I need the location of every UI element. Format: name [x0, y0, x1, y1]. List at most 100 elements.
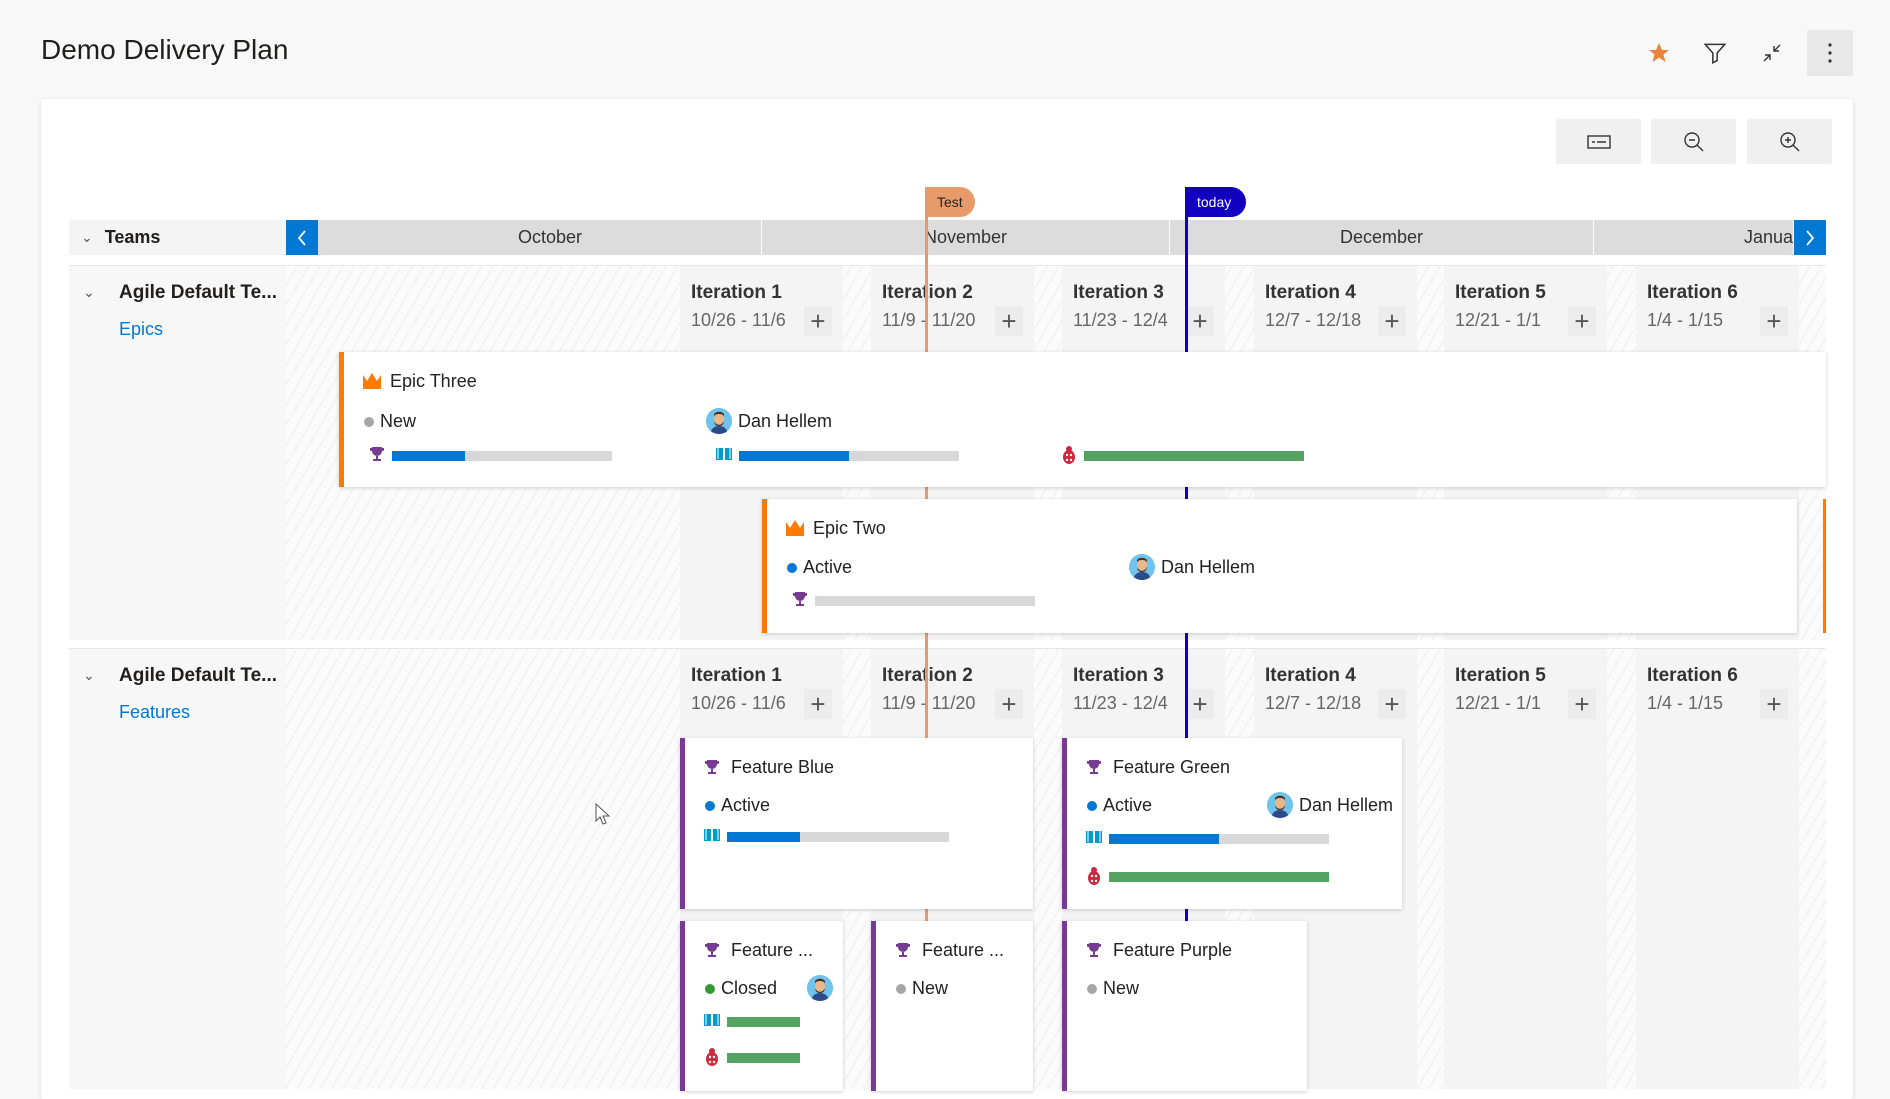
add-item-button[interactable]: +	[1378, 306, 1406, 336]
add-item-button[interactable]: +	[995, 306, 1023, 336]
today-marker[interactable]: today	[1185, 187, 1246, 217]
add-item-button[interactable]: +	[1760, 689, 1788, 719]
mouse-cursor-icon	[595, 803, 611, 825]
trophy-icon	[894, 941, 912, 964]
work-item-card[interactable]: Feature ... Closed	[680, 921, 843, 1091]
assignee[interactable]: Dan Hellem	[1267, 792, 1393, 818]
rollup-progress-fill	[1109, 872, 1329, 882]
work-item-card[interactable]: Epic Three New Dan Hellem	[339, 352, 1826, 487]
favorite-button[interactable]	[1639, 33, 1679, 73]
card-state: New	[1087, 978, 1139, 999]
card-title[interactable]: Feature Green	[1113, 757, 1230, 778]
filter-button[interactable]	[1695, 33, 1735, 73]
add-item-button[interactable]: +	[804, 306, 832, 336]
plus-icon: +	[1766, 688, 1782, 719]
state-label: New	[380, 411, 417, 431]
rollup-progress-bar	[1109, 872, 1329, 882]
plus-icon: +	[1574, 688, 1590, 719]
card-state: Closed	[705, 978, 777, 999]
work-item-card[interactable]: Feature Green Active Dan Hellem	[1062, 738, 1402, 909]
work-item-card[interactable]: Feature Purple New	[1062, 921, 1307, 1091]
iteration-dates: 10/26 - 11/6	[691, 693, 786, 713]
plus-icon: +	[1001, 688, 1017, 719]
month-december: December	[1170, 220, 1594, 255]
assignee-name: Dan Hellem	[738, 410, 833, 431]
card-state: New	[364, 411, 416, 432]
assignee[interactable]	[807, 975, 833, 1001]
zoom-in-button[interactable]	[1747, 119, 1832, 164]
iteration-name: Iteration 6	[1647, 282, 1738, 303]
card-title[interactable]: Feature ...	[922, 940, 1004, 961]
work-item-card[interactable]: Epic Two Active Dan Hellem	[762, 499, 1797, 633]
avatar	[807, 975, 833, 1001]
rollup-progress-fill	[392, 451, 465, 461]
rollup-progress-bar	[1109, 834, 1329, 844]
card-title[interactable]: Feature Purple	[1113, 940, 1232, 961]
state-dot	[705, 983, 715, 994]
team-name: Agile Default Te...	[119, 665, 278, 686]
team-name: Agile Default Te...	[119, 282, 278, 303]
iteration-dates: 11/23 - 12/4	[1073, 693, 1168, 713]
rollup-progress-fill	[739, 451, 849, 461]
rollup-progress-bar	[727, 832, 949, 842]
assignee-name: Dan Hellem	[1299, 794, 1394, 815]
book-icon	[703, 1011, 721, 1034]
state-dot	[364, 416, 374, 427]
card-title[interactable]: Feature Blue	[731, 757, 834, 778]
card-fields-button[interactable]	[1556, 119, 1641, 164]
add-item-button[interactable]: +	[1568, 306, 1596, 336]
add-item-button[interactable]: +	[1568, 689, 1596, 719]
card-state: Active	[705, 795, 770, 816]
month-january: Janua	[1594, 220, 1794, 255]
iteration-dates: 12/21 - 1/1	[1455, 693, 1542, 713]
card-fields-icon	[1586, 134, 1611, 149]
rollup-progress-fill	[727, 1017, 800, 1027]
zoom-out-icon	[1683, 131, 1703, 151]
backlog-link-epics[interactable]: Epics	[119, 319, 163, 340]
add-item-button[interactable]: +	[995, 689, 1023, 719]
state-label: Closed	[721, 978, 778, 998]
card-title[interactable]: Epic Two	[813, 518, 886, 539]
iteration-name: Iteration 5	[1455, 665, 1546, 686]
add-item-button[interactable]: +	[1378, 689, 1406, 719]
card-title[interactable]: Epic Three	[390, 371, 477, 392]
teams-header[interactable]: ⌄ Teams	[69, 220, 286, 255]
iteration-dates: 11/9 - 11/20	[882, 693, 976, 713]
iteration-dates: 11/9 - 11/20	[882, 310, 976, 330]
backlog-link-features[interactable]: Features	[119, 702, 190, 723]
chevron-down-icon[interactable]: ⌄	[83, 667, 95, 684]
add-item-button[interactable]: +	[804, 689, 832, 719]
test-marker[interactable]: Test	[925, 187, 975, 217]
book-icon	[715, 445, 733, 468]
rollup-progress-bar	[1084, 451, 1304, 461]
chevron-left-icon	[297, 229, 306, 246]
scroll-right-button[interactable]	[1794, 220, 1826, 255]
more-options-icon	[1828, 43, 1832, 63]
rollup-progress-bar	[727, 1053, 800, 1063]
iteration-column: Iteration 6 1/4 - 1/15 +	[1636, 649, 1799, 1089]
collapse-button[interactable]	[1752, 33, 1792, 73]
rollup-progress-bar	[815, 596, 1035, 606]
work-item-card[interactable]: Feature ... New	[871, 921, 1033, 1091]
state-label: New	[1103, 978, 1140, 998]
chevron-down-icon[interactable]: ⌄	[83, 284, 95, 301]
book-icon	[1085, 828, 1103, 851]
add-item-button[interactable]: +	[1186, 689, 1214, 719]
iteration-name: Iteration 1	[691, 282, 782, 303]
add-item-button[interactable]: +	[1760, 306, 1788, 336]
plus-icon: +	[1766, 305, 1782, 336]
add-item-button[interactable]: +	[1186, 306, 1214, 336]
iteration-dates: 11/23 - 12/4	[1073, 310, 1168, 330]
iteration-name: Iteration 4	[1265, 282, 1356, 303]
scroll-left-button[interactable]	[286, 220, 318, 255]
work-item-card[interactable]: Feature Blue Active	[680, 738, 1033, 909]
assignee[interactable]: Dan Hellem	[706, 408, 832, 434]
more-options-button[interactable]	[1807, 30, 1853, 76]
plus-icon: +	[1574, 305, 1590, 336]
card-title[interactable]: Feature ...	[731, 940, 813, 961]
teams-label: Teams	[104, 227, 161, 247]
zoom-out-button[interactable]	[1651, 119, 1736, 164]
plus-icon: +	[1192, 305, 1208, 336]
assignee[interactable]: Dan Hellem	[1129, 554, 1255, 580]
chevron-down-icon: ⌄	[81, 229, 93, 245]
